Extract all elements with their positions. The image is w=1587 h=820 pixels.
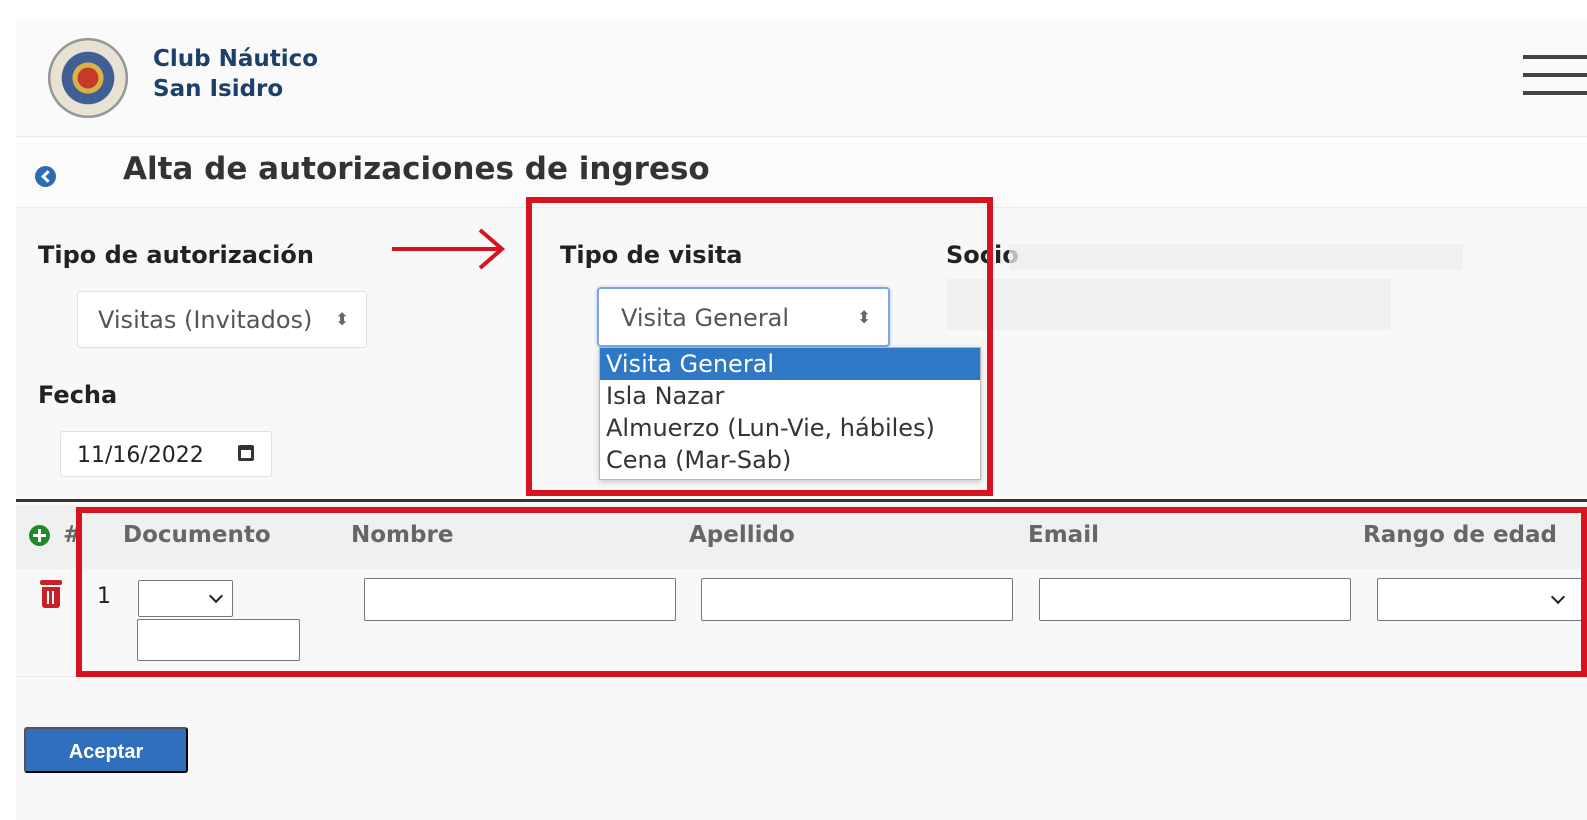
age-range-select[interactable] (1377, 578, 1587, 621)
table-divider (16, 499, 1587, 502)
name-input[interactable] (364, 578, 676, 621)
authorization-type-label: Tipo de autorización (38, 241, 314, 269)
visit-option-general[interactable]: Visita General (600, 348, 980, 380)
hamburger-menu-icon[interactable] (1523, 55, 1587, 97)
date-input[interactable]: 11/16/2022 (60, 431, 272, 477)
surname-input[interactable] (701, 578, 1013, 621)
visit-option-cena[interactable]: Cena (Mar-Sab) (600, 444, 980, 476)
header-document: Documento (123, 522, 271, 548)
document-number-input[interactable] (137, 619, 300, 661)
blurred-partner-field (946, 279, 1391, 330)
header-number: # (63, 522, 83, 548)
accept-button[interactable]: Aceptar (24, 727, 188, 773)
guest-row: 1 (16, 569, 1587, 677)
club-name: Club Náutico San Isidro (153, 44, 318, 104)
back-chevron-icon[interactable] (35, 166, 56, 187)
visit-type-value: Visita General (621, 304, 790, 332)
blurred-partner-value (1009, 244, 1463, 270)
chevron-down-icon (1550, 589, 1566, 605)
visit-option-almuerzo[interactable]: Almuerzo (Lun-Vie, hábiles) (600, 412, 980, 444)
date-label: Fecha (38, 381, 118, 409)
header-surname: Apellido (689, 522, 795, 548)
document-type-select[interactable] (138, 580, 233, 617)
calendar-icon[interactable] (238, 445, 254, 461)
club-logo (48, 38, 128, 118)
club-name-line-2: San Isidro (153, 76, 284, 102)
email-input[interactable] (1039, 578, 1351, 621)
visit-option-isla-nazar[interactable]: Isla Nazar (600, 380, 980, 412)
page: Club Náutico San Isidro Alta de autoriza… (16, 20, 1587, 820)
annotation-arrow (392, 228, 506, 270)
date-value: 11/16/2022 (77, 443, 204, 468)
club-name-line-1: Club Náutico (153, 46, 319, 72)
header-email: Email (1028, 522, 1099, 548)
partner-label: Socio (946, 241, 1019, 269)
guest-table-header: # Documento Nombre Apellido Email Rango … (16, 505, 1587, 569)
authorization-type-select[interactable]: Visitas (Invitados) ⬍ (77, 291, 367, 348)
chevron-down-icon (208, 588, 224, 604)
page-title: Alta de autorizaciones de ingreso (123, 151, 710, 187)
visit-type-select[interactable]: Visita General ⬍ (597, 287, 890, 347)
sort-arrows-icon: ⬍ (335, 310, 350, 330)
visit-type-dropdown[interactable]: Visita General Isla Nazar Almuerzo (Lun-… (599, 347, 981, 480)
plus-circle-icon[interactable] (29, 525, 50, 546)
header-age-range: Rango de edad (1363, 522, 1557, 548)
authorization-type-value: Visitas (Invitados) (98, 306, 313, 334)
visit-type-label: Tipo de visita (560, 241, 743, 269)
row-number: 1 (97, 584, 111, 609)
trash-icon[interactable] (40, 580, 62, 608)
sort-arrows-icon: ⬍ (857, 308, 872, 328)
site-header: Club Náutico San Isidro (16, 20, 1587, 137)
header-name: Nombre (351, 522, 454, 548)
page-title-bar: Alta de autorizaciones de ingreso (16, 138, 1587, 208)
